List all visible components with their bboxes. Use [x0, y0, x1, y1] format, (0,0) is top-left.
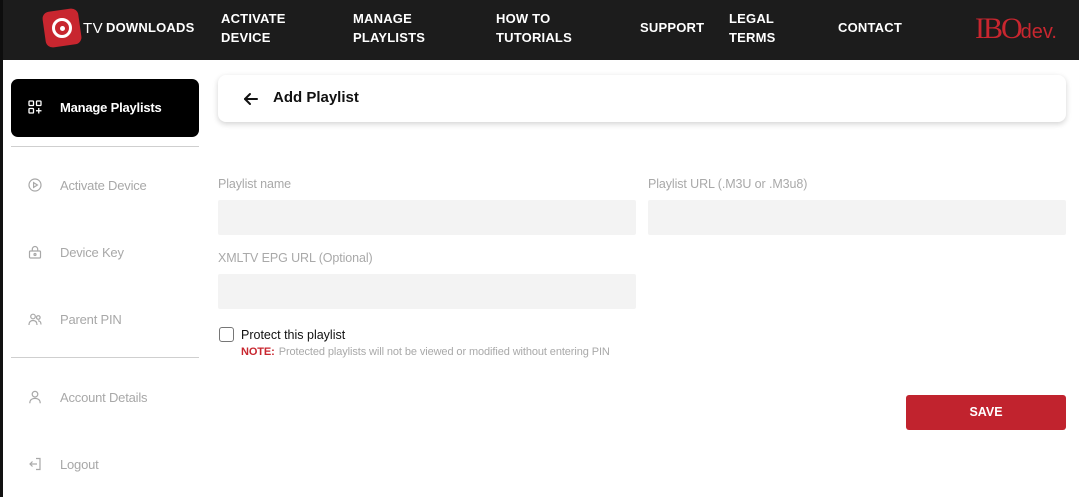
sidebar-item-manage-playlists[interactable]: Manage Playlists	[11, 79, 199, 137]
nav-link-activate-device[interactable]: ACTIVATE DEVICE	[221, 9, 286, 47]
sidebar-item-account-details[interactable]: Account Details	[11, 383, 199, 413]
nav-link-support[interactable]: SUPPORT	[640, 18, 704, 37]
note-tag: NOTE:	[241, 346, 275, 358]
sidebar-item-label: Manage Playlists	[60, 100, 162, 115]
sidebar-item-label: Logout	[60, 457, 99, 472]
protect-note: NOTE: Protected playlists will not be vie…	[241, 346, 610, 358]
top-navbar: TV DOWNLOADS ACTIVATE DEVICE MANAGE PLAY…	[0, 0, 1079, 60]
brand-logo[interactable]: IBOdev.	[975, 12, 1057, 46]
sidebar-item-label: Account Details	[60, 390, 148, 405]
sidebar-item-activate-device[interactable]: Activate Device	[11, 171, 199, 201]
nav-link-legal-terms[interactable]: LEGAL TERMS	[729, 9, 776, 47]
sidebar-item-device-key[interactable]: Device Key	[11, 238, 199, 268]
lock-icon	[28, 245, 42, 259]
user-icon	[29, 390, 41, 404]
note-text: Protected playlists will not be viewed o…	[278, 346, 610, 358]
save-button[interactable]: SAVE	[906, 395, 1066, 430]
sidebar-item-logout[interactable]: Logout	[11, 450, 199, 480]
sidebar-item-label: Activate Device	[60, 178, 147, 193]
logo-text: TV	[83, 20, 104, 37]
protect-playlist-label: Protect this playlist	[241, 328, 346, 342]
nav-link-downloads[interactable]: DOWNLOADS	[106, 18, 194, 37]
epg-url-label: XMLTV EPG URL (Optional)	[218, 251, 373, 265]
playlist-url-input[interactable]	[648, 200, 1066, 235]
sidebar-item-label: Device Key	[60, 245, 124, 260]
users-icon	[28, 313, 42, 326]
page-header: Add Playlist	[218, 75, 1066, 122]
sidebar: Manage Playlists Activate Device Device …	[0, 60, 206, 497]
sidebar-divider	[11, 146, 199, 147]
epg-url-input[interactable]	[218, 274, 636, 309]
logout-icon	[29, 457, 41, 471]
nav-link-manage-playlists[interactable]: MANAGE PLAYLISTS	[353, 9, 425, 47]
arrow-left-icon[interactable]	[242, 90, 260, 108]
playlist-url-label: Playlist URL (.M3U or .M3u8)	[648, 177, 808, 191]
sidebar-divider	[11, 357, 199, 358]
play-circle-icon	[28, 178, 42, 192]
grid-plus-icon	[28, 100, 42, 114]
playlist-name-label: Playlist name	[218, 177, 292, 191]
page-title: Add Playlist	[273, 89, 359, 106]
sidebar-item-label: Parent PIN	[60, 312, 122, 327]
logo-icon[interactable]	[41, 7, 84, 49]
nav-link-how-to-tutorials[interactable]: HOW TO TUTORIALS	[496, 9, 572, 47]
protect-playlist-checkbox[interactable]	[219, 327, 234, 342]
app-frame: TV DOWNLOADS ACTIVATE DEVICE MANAGE PLAY…	[0, 0, 1079, 497]
playlist-name-input[interactable]	[218, 200, 636, 235]
sidebar-item-parent-pin[interactable]: Parent PIN	[11, 305, 199, 335]
nav-link-contact[interactable]: CONTACT	[838, 18, 902, 37]
